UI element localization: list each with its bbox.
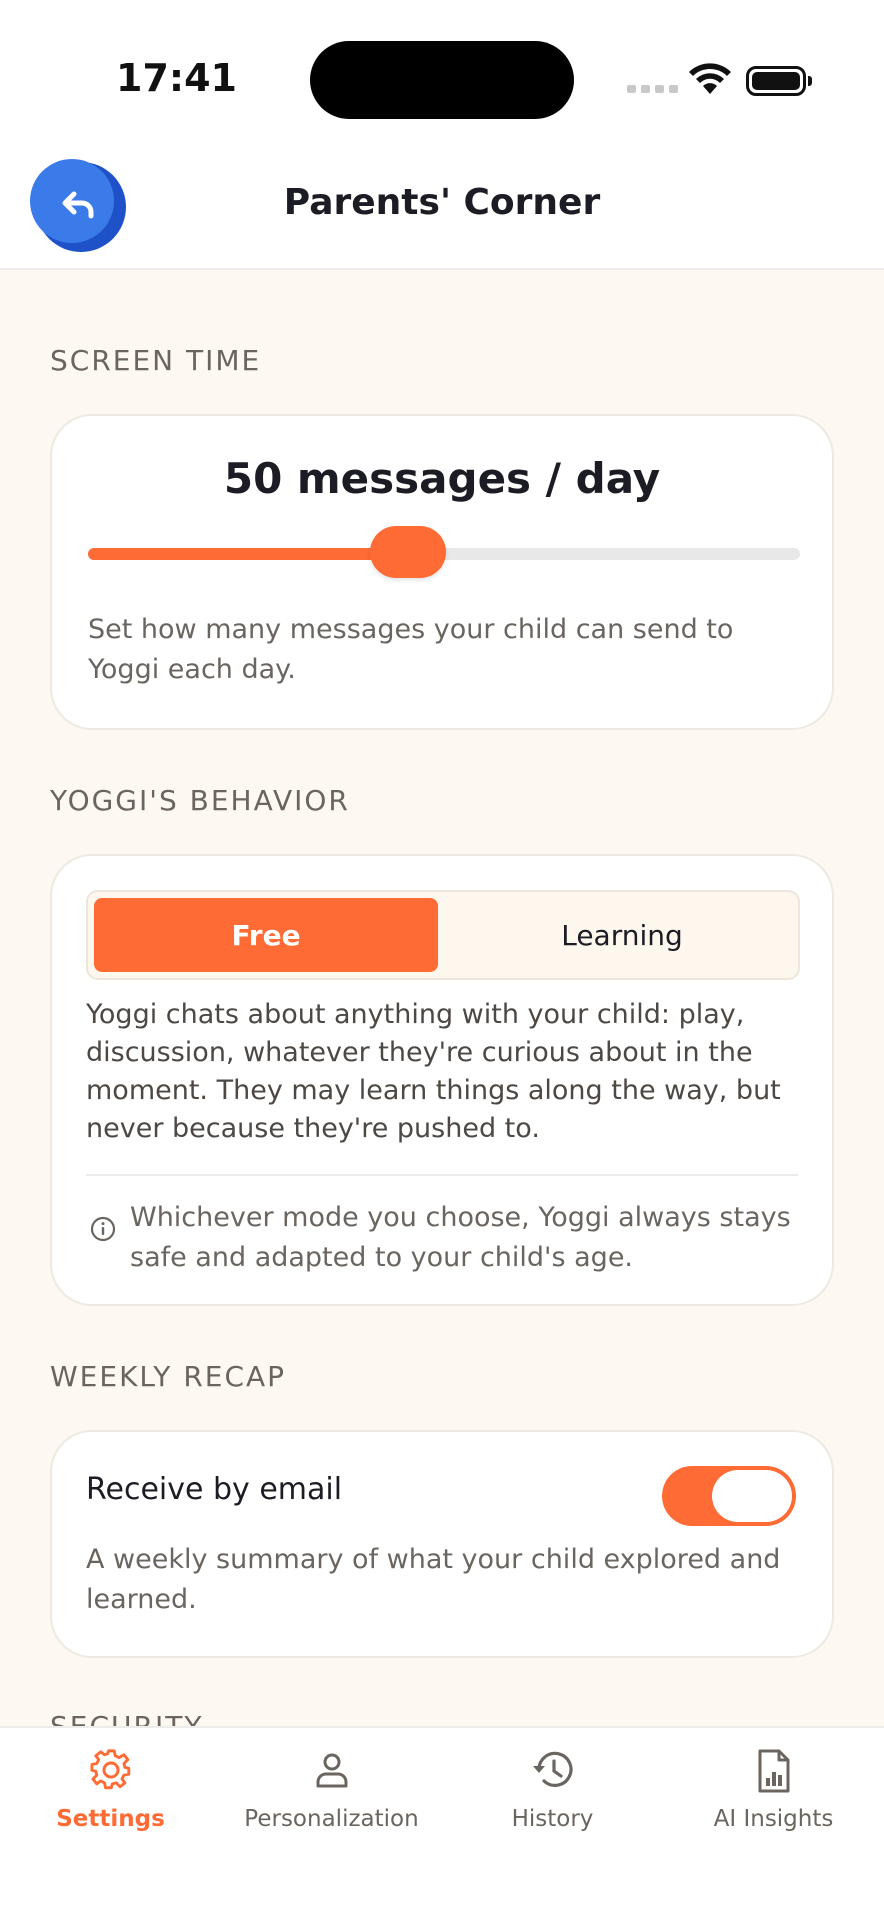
mode-free-button[interactable]: Free (94, 898, 438, 972)
behavior-description: Yoggi chats about anything with your chi… (86, 999, 781, 1144)
divider (86, 1174, 798, 1176)
battery-icon (746, 66, 812, 96)
cellular-signal-icon (627, 85, 678, 93)
messages-slider[interactable] (88, 526, 800, 578)
section-label-weekly-recap: WEEKLY RECAP (50, 1360, 287, 1393)
mode-learning-button[interactable]: Learning (450, 898, 794, 972)
behavior-info-text: Whichever mode you choose, Yoggi always … (130, 1202, 791, 1273)
screen-time-card: 50 messages / day Set how many messages … (50, 414, 834, 730)
wifi-icon (689, 63, 731, 94)
tab-history-label: History (511, 1806, 594, 1832)
info-icon (90, 1216, 116, 1242)
screen-time-description: Set how many messages your child can sen… (88, 614, 734, 685)
mode-segmented-control: Free Learning (86, 890, 800, 980)
dynamic-island (310, 41, 574, 119)
report-icon (758, 1749, 789, 1793)
person-icon (316, 1753, 347, 1788)
tab-personalization[interactable]: Personalization (221, 1728, 442, 1848)
history-icon (532, 1751, 573, 1787)
tab-bar: Settings Personalization History AI Insi… (0, 1726, 884, 1920)
status-bar: 17:41 (0, 0, 884, 150)
gear-icon (89, 1749, 130, 1790)
slider-fill (88, 548, 409, 560)
weekly-recap-description: A weekly summary of what your child expl… (86, 1544, 781, 1615)
messages-per-day-value: 50 messages / day (223, 454, 661, 503)
tab-history[interactable]: History (442, 1728, 663, 1848)
receive-by-email-label: Receive by email (86, 1472, 343, 1507)
tab-ai-insights-label: AI Insights (713, 1806, 834, 1832)
slider-thumb[interactable] (370, 526, 447, 578)
tab-ai-insights[interactable]: AI Insights (663, 1728, 884, 1848)
tab-settings[interactable]: Settings (0, 1728, 221, 1848)
status-time: 17:41 (116, 56, 237, 100)
weekly-recap-card: Receive by email A weekly summary of wha… (50, 1430, 834, 1658)
section-label-screen-time: SCREEN TIME (50, 344, 262, 377)
nav-header: Parents' Corner (0, 150, 884, 270)
behavior-card: Free Learning Yoggi chats about anything… (50, 854, 834, 1306)
page-title: Parents' Corner (283, 182, 601, 223)
toggle-knob (712, 1470, 792, 1522)
tab-personalization-label: Personalization (244, 1806, 419, 1832)
email-recap-toggle[interactable] (662, 1466, 796, 1526)
section-label-behavior: YOGGI'S BEHAVIOR (50, 784, 350, 817)
tab-settings-label: Settings (56, 1806, 165, 1832)
